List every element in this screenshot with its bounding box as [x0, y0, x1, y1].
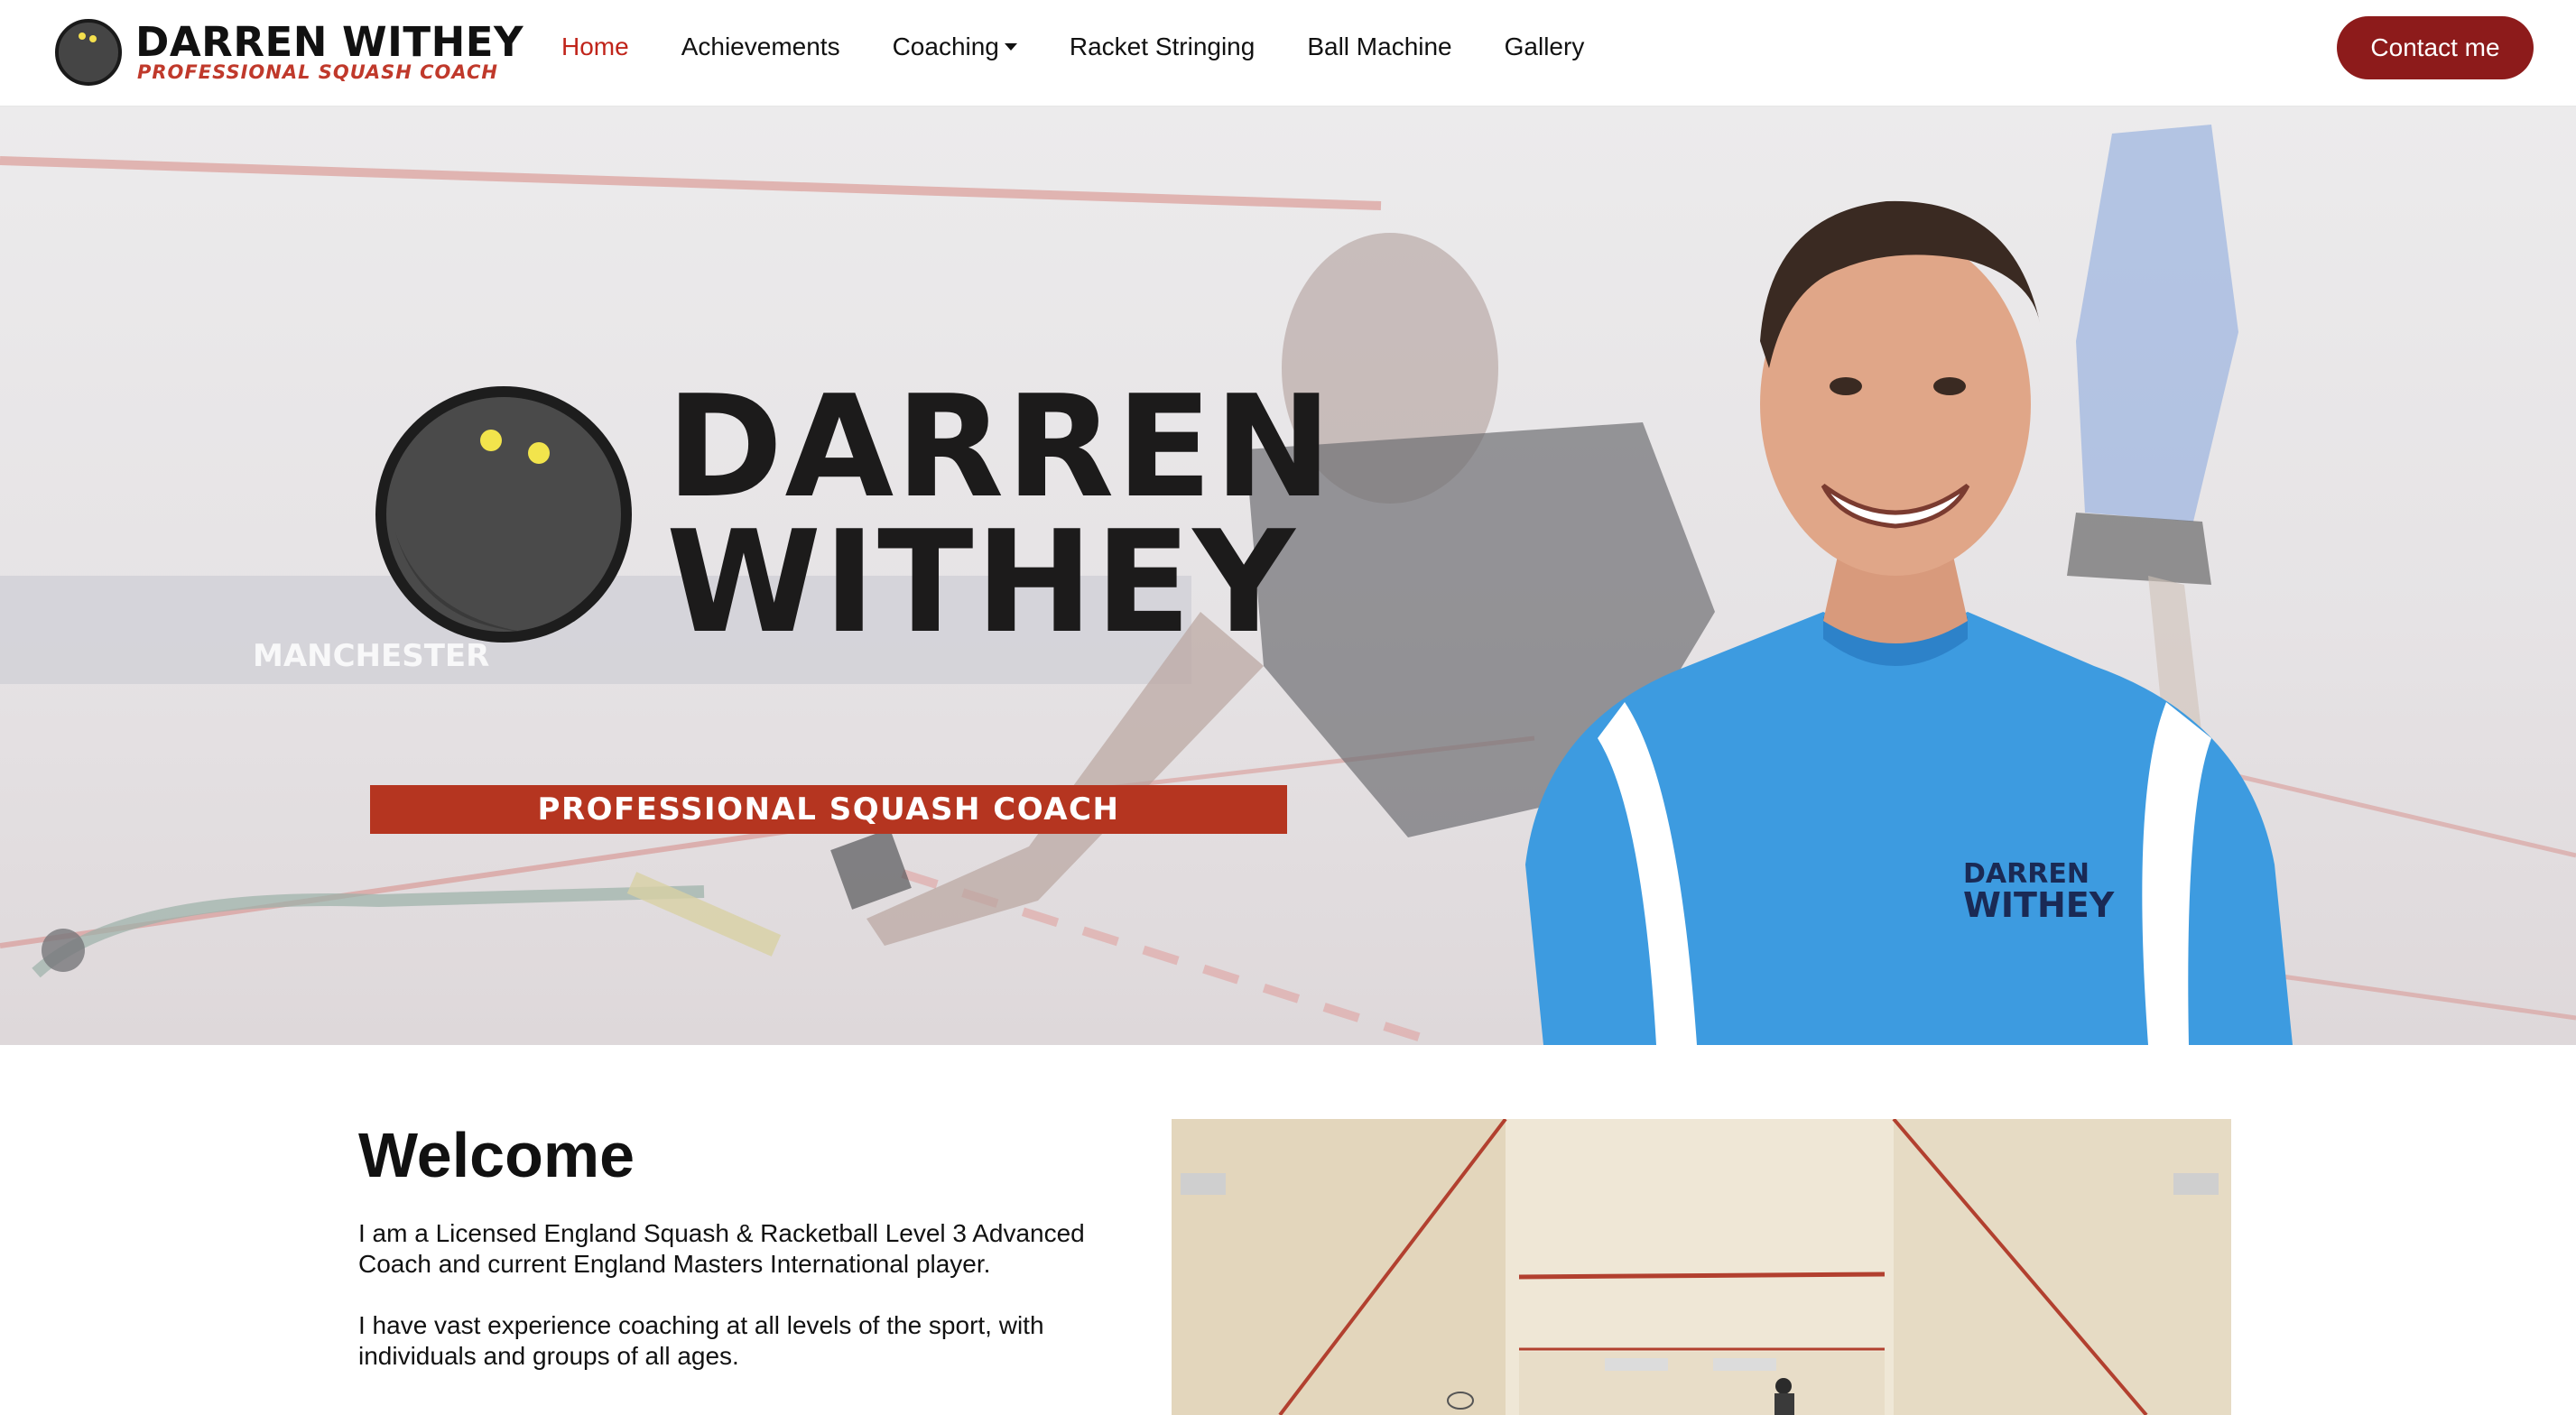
contact-me-button[interactable]: Contact me: [2337, 16, 2534, 79]
nav-racket-stringing[interactable]: Racket Stringing: [1070, 32, 1255, 61]
nav-home[interactable]: Home: [561, 32, 629, 61]
hero-name-line2: WITHEY: [666, 500, 1297, 664]
nav-ball-machine[interactable]: Ball Machine: [1307, 32, 1451, 61]
brand-name: DARREN WITHEY: [135, 18, 524, 66]
navbar: DARREN WITHEY PROFESSIONAL SQUASH COACH …: [0, 0, 2576, 106]
hero-logo: DARREN WITHEY PROFESSIONAL SQUASH COACH: [368, 376, 1332, 835]
brand-tagline: PROFESSIONAL SQUASH COACH: [137, 61, 498, 83]
welcome-heading: Welcome: [358, 1120, 635, 1190]
hero-tagline-banner: PROFESSIONAL SQUASH COACH: [370, 785, 1287, 834]
coach-portrait-image: DARREN WITHEY: [1525, 200, 2293, 1045]
nav-gallery[interactable]: Gallery: [1505, 32, 1585, 61]
squash-ball-icon: [55, 19, 122, 86]
nav-achievements[interactable]: Achievements: [681, 32, 840, 61]
shirt-logo-line2: WITHEY: [1963, 885, 2115, 925]
caret-down-icon: [1004, 43, 1017, 51]
nav-coaching-label: Coaching: [892, 32, 999, 60]
squash-court-image: [1172, 1119, 2231, 1415]
squash-ball-icon: [375, 386, 632, 643]
nav-coaching-dropdown[interactable]: Coaching: [893, 32, 1017, 61]
main-nav: Home Achievements Coaching Racket String…: [561, 0, 1636, 94]
court-illustration: [1172, 1119, 2231, 1415]
brand-logo[interactable]: DARREN WITHEY PROFESSIONAL SQUASH COACH: [54, 16, 524, 88]
hero-banner: MANCHESTER DARREN WITHEY PROFESSIONAL SQ…: [0, 106, 2576, 1045]
welcome-paragraph: I have vast experience coaching at all l…: [358, 1311, 1044, 1370]
hero-name-line1: DARREN: [666, 365, 1334, 529]
welcome-paragraph: I am a Licensed England Squash & Racketb…: [358, 1219, 1085, 1278]
welcome-text: I am a Licensed England Squash & Racketb…: [358, 1218, 1117, 1402]
